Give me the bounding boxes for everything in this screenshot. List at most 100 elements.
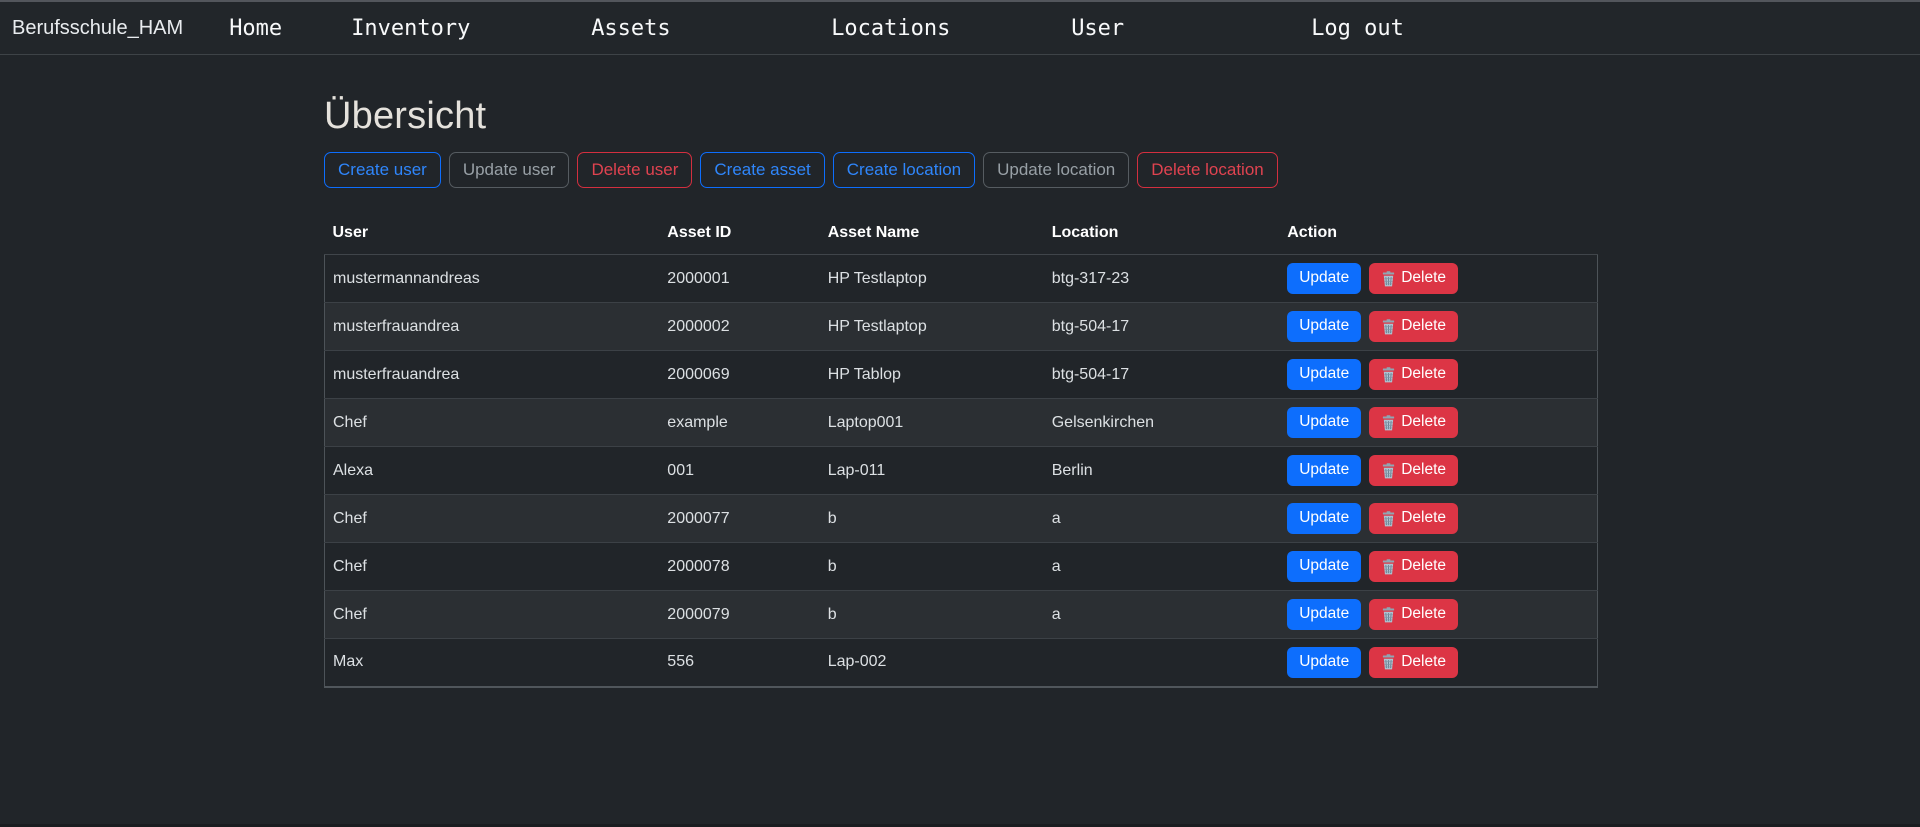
update-button[interactable]: Update: [1287, 263, 1361, 294]
trash-icon: [1381, 367, 1396, 383]
cell-user: musterfrauandrea: [325, 303, 660, 351]
cell-asset-id: 2000078: [659, 543, 819, 591]
column-header-location: Location: [1044, 220, 1280, 255]
delete-button-label: Delete: [1401, 269, 1446, 288]
update-button[interactable]: Update: [1287, 407, 1361, 438]
page-title: Übersicht: [324, 95, 1598, 138]
delete-button-label: Delete: [1401, 509, 1446, 528]
delete-button[interactable]: Delete: [1369, 599, 1458, 630]
delete-button-label: Delete: [1401, 461, 1446, 480]
toolbar-button[interactable]: Create location: [833, 152, 975, 188]
navbar-brand[interactable]: Berufsschule_HAM: [12, 17, 183, 40]
main-content: Übersicht Create user Update user Delete…: [324, 95, 1598, 688]
cell-user: Chef: [325, 543, 660, 591]
table-row: Chef 2000079 b a Update: [325, 591, 1598, 639]
action-cell: Update: [1287, 455, 1589, 486]
delete-button[interactable]: Delete: [1369, 647, 1458, 678]
toolbar-button[interactable]: Create asset: [700, 152, 824, 188]
cell-location: a: [1044, 591, 1280, 639]
delete-button-label: Delete: [1401, 605, 1446, 624]
update-button[interactable]: Update: [1287, 359, 1361, 390]
cell-asset-name: Lap-002: [820, 639, 1044, 687]
delete-button-label: Delete: [1401, 317, 1446, 336]
nav-item[interactable]: Locations: [831, 16, 1071, 41]
table-row: Max 556 Lap-002 Update: [325, 639, 1598, 687]
trash-icon: [1381, 511, 1396, 527]
table-body: mustermannandreas 2000001 HP Testlaptop …: [325, 255, 1598, 687]
toolbar-button[interactable]: Update location: [983, 152, 1129, 188]
toolbar-button[interactable]: Delete location: [1137, 152, 1277, 188]
table-row: Alexa 001 Lap-011 Berlin Update: [325, 447, 1598, 495]
cell-asset-id: 2000069: [659, 351, 819, 399]
cell-asset-name: Lap-011: [820, 447, 1044, 495]
delete-button-label: Delete: [1401, 557, 1446, 576]
update-button[interactable]: Update: [1287, 599, 1361, 630]
trash-icon: [1381, 463, 1396, 479]
trash-icon: [1381, 654, 1396, 670]
cell-location: Berlin: [1044, 447, 1280, 495]
toolbar-button[interactable]: Delete user: [577, 152, 692, 188]
table-row: musterfrauandrea 2000069 HP Tablop btg-5…: [325, 351, 1598, 399]
trash-icon: [1381, 607, 1396, 623]
delete-button[interactable]: Delete: [1369, 311, 1458, 342]
table-row: musterfrauandrea 2000002 HP Testlaptop b…: [325, 303, 1598, 351]
cell-asset-id: 556: [659, 639, 819, 687]
cell-location: Gelsenkirchen: [1044, 399, 1280, 447]
update-button[interactable]: Update: [1287, 551, 1361, 582]
delete-button[interactable]: Delete: [1369, 407, 1458, 438]
table-row: Chef 2000078 b a Update: [325, 543, 1598, 591]
trash-icon: [1381, 415, 1396, 431]
cell-asset-name: b: [820, 495, 1044, 543]
column-header-asset-id: Asset ID: [659, 220, 819, 255]
cell-user: Chef: [325, 399, 660, 447]
trash-icon: [1381, 319, 1396, 335]
cell-user: Alexa: [325, 447, 660, 495]
cell-location: btg-504-17: [1044, 351, 1280, 399]
toolbar-button[interactable]: Update user: [449, 152, 570, 188]
navbar: Berufsschule_HAM Home Inventory Assets L…: [0, 0, 1920, 55]
column-header-user: User: [325, 220, 660, 255]
cell-asset-name: HP Testlaptop: [820, 255, 1044, 303]
nav-item[interactable]: Home: [229, 16, 351, 41]
cell-asset-id: 2000002: [659, 303, 819, 351]
table-row: Chef example Laptop001 Gelsenkirchen Upd…: [325, 399, 1598, 447]
column-header-asset-name: Asset Name: [820, 220, 1044, 255]
nav-item[interactable]: User: [1071, 16, 1311, 41]
nav-item[interactable]: Assets: [591, 16, 831, 41]
cell-asset-name: b: [820, 591, 1044, 639]
update-button[interactable]: Update: [1287, 503, 1361, 534]
delete-button-label: Delete: [1401, 413, 1446, 432]
update-button[interactable]: Update: [1287, 311, 1361, 342]
cell-user: mustermannandreas: [325, 255, 660, 303]
toolbar: Create user Update user Delete user Crea…: [324, 152, 1598, 188]
delete-button[interactable]: Delete: [1369, 455, 1458, 486]
trash-icon: [1381, 559, 1396, 575]
cell-asset-name: b: [820, 543, 1044, 591]
delete-button[interactable]: Delete: [1369, 359, 1458, 390]
cell-asset-id: 001: [659, 447, 819, 495]
column-header-action: Action: [1279, 220, 1597, 255]
cell-user: Chef: [325, 495, 660, 543]
delete-button-label: Delete: [1401, 653, 1446, 672]
action-cell: Update: [1287, 311, 1589, 342]
cell-asset-name: HP Testlaptop: [820, 303, 1044, 351]
toolbar-button[interactable]: Create user: [324, 152, 441, 188]
delete-button[interactable]: Delete: [1369, 263, 1458, 294]
cell-location: btg-317-23: [1044, 255, 1280, 303]
action-cell: Update: [1287, 647, 1589, 678]
delete-button[interactable]: Delete: [1369, 551, 1458, 582]
trash-icon: [1381, 271, 1396, 287]
cell-location: [1044, 639, 1280, 687]
update-button[interactable]: Update: [1287, 647, 1361, 678]
action-cell: Update: [1287, 503, 1589, 534]
update-button[interactable]: Update: [1287, 455, 1361, 486]
delete-button-label: Delete: [1401, 365, 1446, 384]
nav-item[interactable]: Log out: [1311, 16, 1551, 41]
action-cell: Update: [1287, 407, 1589, 438]
cell-asset-id: 2000079: [659, 591, 819, 639]
table-row: mustermannandreas 2000001 HP Testlaptop …: [325, 255, 1598, 303]
nav-list: Home Inventory Assets Locations User Log…: [229, 16, 1551, 41]
cell-asset-id: example: [659, 399, 819, 447]
nav-item[interactable]: Inventory: [351, 16, 591, 41]
delete-button[interactable]: Delete: [1369, 503, 1458, 534]
